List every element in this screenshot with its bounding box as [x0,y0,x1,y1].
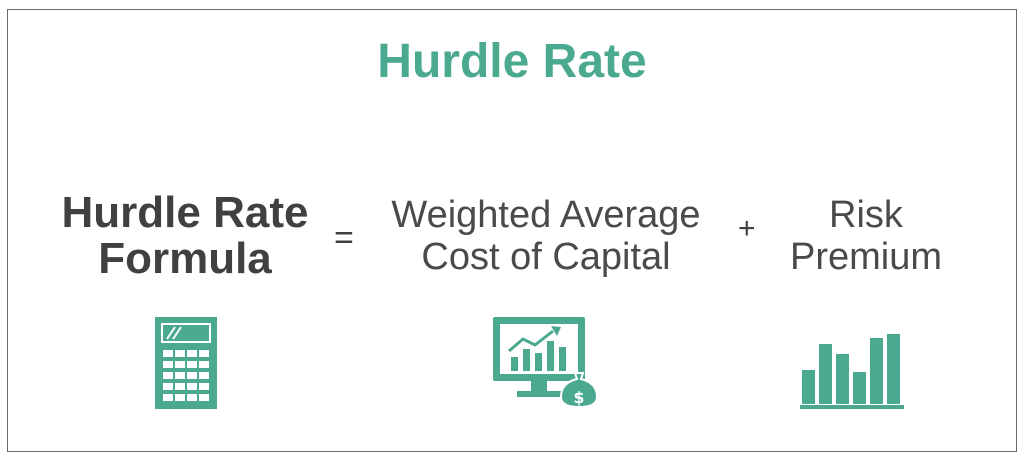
term-wacc-line-1: Weighted Average [391,194,701,236]
term-risk-premium: Risk Premium [770,194,962,278]
formula-lhs: Hurdle Rate Formula [40,190,330,282]
term-wacc-line-2: Cost of Capital [421,236,671,278]
term-risk-line-1: Risk [829,194,903,236]
term-wacc: Weighted Average Cost of Capital [368,194,724,278]
lhs-line-1: Hurdle Rate [61,188,309,237]
diagram-title: Hurdle Rate [377,35,647,88]
monitor-growth-money-icon: $ [493,317,605,412]
plus-sign: + [738,212,756,245]
bar-chart-icon [800,330,908,415]
lhs-line-2: Formula [98,234,272,283]
calculator-icon [155,317,217,414]
equals-sign: = [334,219,354,257]
svg-text:$: $ [573,388,584,407]
term-risk-line-2: Premium [789,236,943,278]
